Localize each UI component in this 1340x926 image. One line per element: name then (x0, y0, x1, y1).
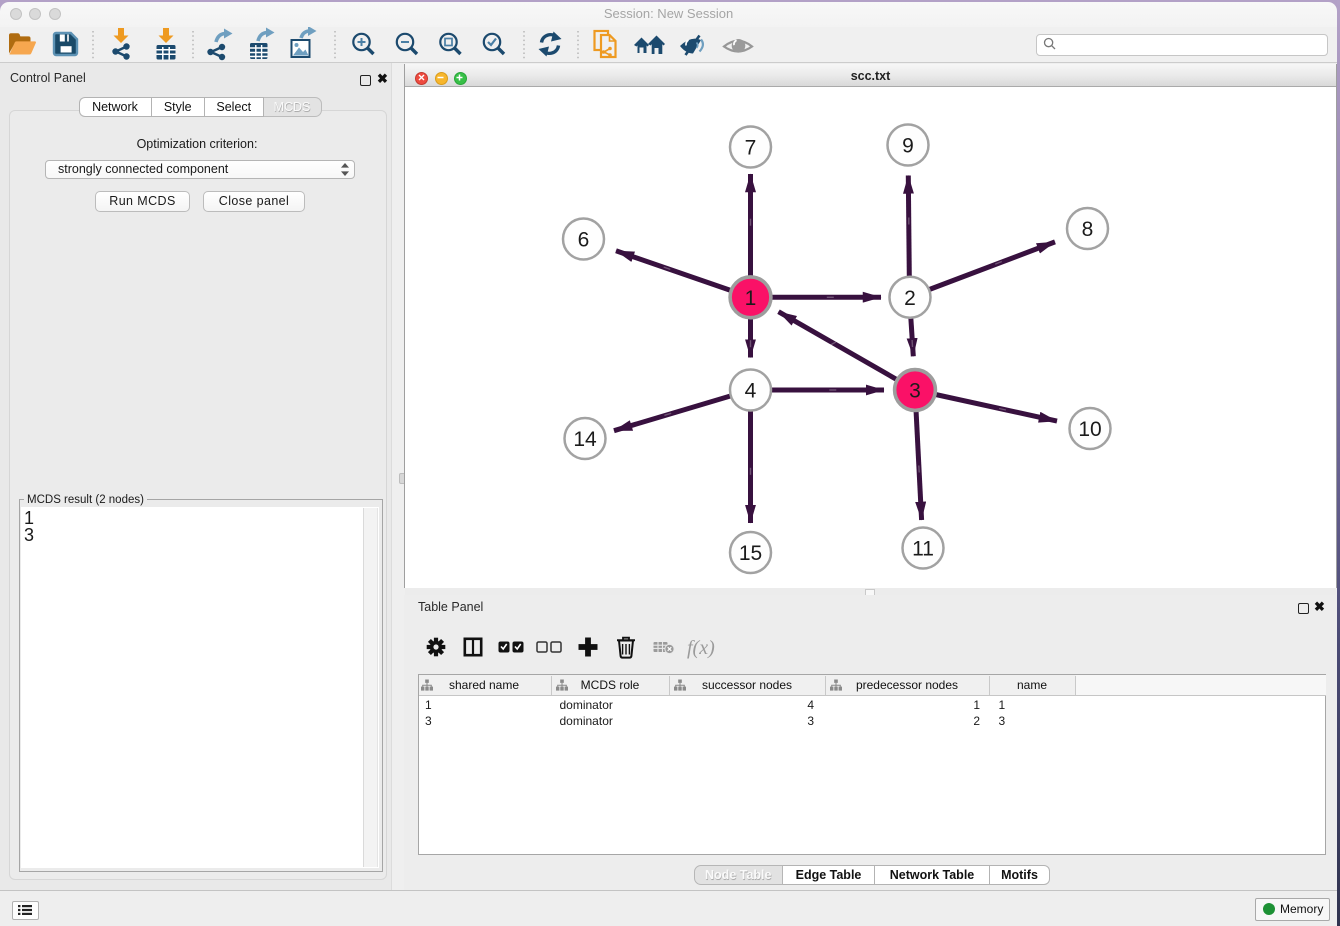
svg-text:4: 4 (745, 380, 757, 403)
svg-text:11: 11 (912, 538, 934, 561)
svg-text:10: 10 (1078, 418, 1101, 441)
svg-text:14: 14 (573, 428, 597, 451)
svg-text:8: 8 (1082, 218, 1094, 241)
svg-text:3: 3 (909, 380, 921, 403)
svg-text:6: 6 (578, 229, 590, 252)
svg-text:1: 1 (745, 287, 757, 310)
svg-text:15: 15 (739, 542, 762, 565)
svg-text:2: 2 (904, 287, 916, 310)
svg-text:7: 7 (745, 137, 757, 160)
svg-text:f(x): f(x) (687, 637, 715, 659)
svg-text:9: 9 (902, 135, 914, 158)
